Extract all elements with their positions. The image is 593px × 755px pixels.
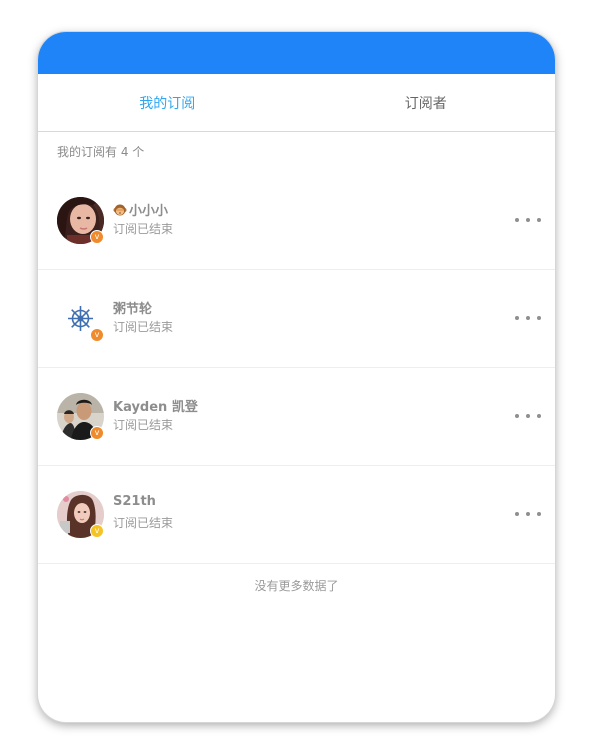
phone-screen: 我的订阅 订阅者 我的订阅有 4 个 v 小小小 订阅已结束 v 粥节轮 订阅已… (38, 32, 555, 722)
more-options-icon[interactable] (515, 308, 541, 328)
verified-badge: v (90, 328, 104, 342)
subscriber-name: 粥节轮 (113, 302, 153, 317)
subscription-status: 订阅已结束 (113, 320, 174, 334)
subscription-status: 订阅已结束 (113, 516, 174, 530)
more-options-icon[interactable] (515, 406, 541, 426)
subscriber-name: S21th (113, 494, 156, 509)
subscriber-name-text: 小小小 (129, 204, 169, 219)
list-item[interactable]: v 小小小 订阅已结束 (38, 172, 555, 270)
tab-my-subscriptions[interactable]: 我的订阅 (38, 74, 297, 131)
more-options-icon[interactable] (515, 504, 541, 524)
list-item[interactable]: v Kayden 凯登 订阅已结束 (38, 368, 555, 466)
subscriber-name: 小小小 (113, 200, 168, 219)
subscription-list: v 小小小 订阅已结束 v 粥节轮 订阅已结束 v Kayden 凯登 订阅已结… (38, 172, 555, 564)
monkey-emoji-icon (113, 203, 127, 217)
subscription-status: 订阅已结束 (113, 418, 174, 432)
list-item[interactable]: v S21th 订阅已结束 (38, 466, 555, 564)
subscription-count: 我的订阅有 4 个 (57, 145, 145, 159)
tab-bar: 我的订阅 订阅者 (38, 74, 555, 132)
tab-subscribers[interactable]: 订阅者 (297, 74, 556, 131)
no-more-data-label: 没有更多数据了 (254, 579, 339, 593)
status-header-bar (38, 32, 555, 74)
list-item[interactable]: v 粥节轮 订阅已结束 (38, 270, 555, 368)
subscription-status: 订阅已结束 (113, 222, 174, 236)
more-options-icon[interactable] (515, 210, 541, 230)
subscriber-name: Kayden 凯登 (113, 400, 198, 415)
verified-badge: v (90, 426, 104, 440)
verified-badge: v (90, 524, 104, 538)
verified-badge: v (90, 230, 104, 244)
